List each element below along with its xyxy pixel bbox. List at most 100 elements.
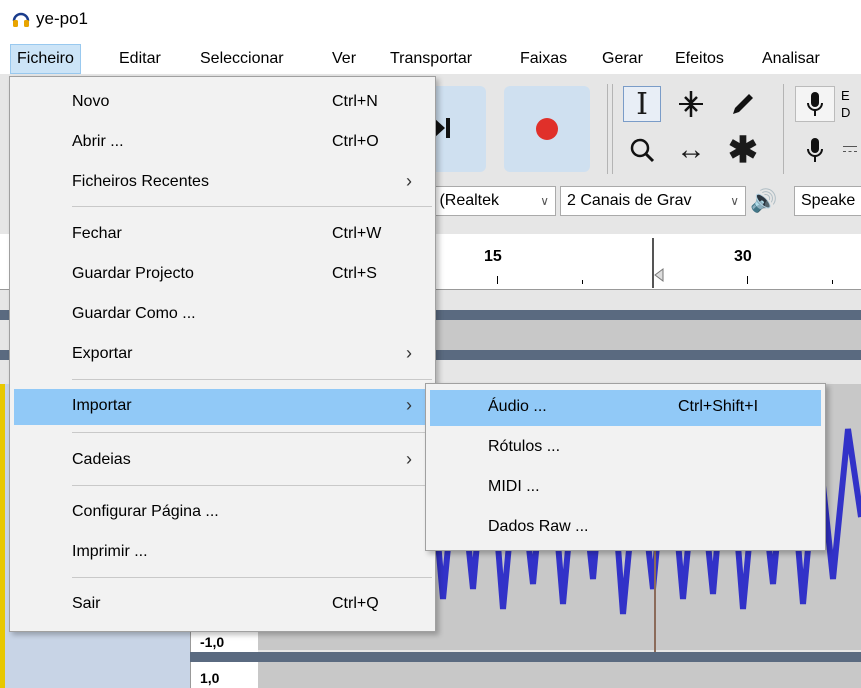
menu-item-guardar-como[interactable]: Guardar Como ... [14, 297, 431, 333]
input-device-value: y (Realtek [427, 192, 500, 209]
ruler-tick [832, 280, 833, 284]
menu-item-label: Fechar [72, 225, 122, 242]
menu-item-shortcut: Ctrl+Q [332, 595, 379, 612]
multi-tool[interactable]: ✱ [724, 129, 762, 170]
channels-select[interactable]: 2 Canais de Grav ∨ [560, 186, 746, 216]
menu-separator [72, 379, 432, 380]
submenu-item-label: MIDI ... [488, 478, 540, 495]
time-shift-tool[interactable]: ↔ [672, 132, 710, 168]
draw-tool-icon [733, 94, 753, 114]
menu-efeitos[interactable]: Efeitos [669, 44, 730, 74]
track-separator [190, 652, 861, 662]
submenu-item-midi[interactable]: MIDI ... [430, 470, 821, 506]
zoom-tool-icon [630, 138, 655, 163]
ruler-label-15: 15 [484, 248, 502, 265]
record-icon [536, 118, 558, 140]
submenu-item-audio[interactable]: Áudio ... Ctrl+Shift+I [430, 390, 821, 426]
menu-item-label: Sair [72, 595, 101, 612]
menu-item-cadeias[interactable]: Cadeias › [14, 443, 431, 479]
title-bar: ye-po1 [0, 0, 861, 44]
menu-ver[interactable]: Ver [326, 44, 362, 74]
submenu-item-label: Áudio ... [488, 398, 547, 415]
ruler-label-30: 30 [734, 248, 752, 265]
envelope-tool[interactable] [672, 86, 710, 122]
menu-item-shortcut: Ctrl+W [332, 225, 382, 242]
menu-item-label: Abrir ... [72, 133, 124, 150]
menu-item-label: Importar [72, 397, 132, 414]
menu-separator [72, 577, 432, 578]
microphone-icon [807, 92, 823, 116]
menu-item-imprimir[interactable]: Imprimir ... [14, 535, 431, 571]
toolbar-separator [607, 84, 608, 174]
output-device-value: Speake [801, 192, 856, 209]
ruler-tick [497, 276, 498, 284]
speaker-icon: 🔊 [750, 188, 778, 213]
menu-faixas[interactable]: Faixas [514, 44, 573, 74]
submenu-item-rotulos[interactable]: Rótulos ... [430, 430, 821, 466]
menu-item-ficheiros-recentes[interactable]: Ficheiros Recentes › [14, 165, 431, 201]
waveform-area-2[interactable] [258, 662, 861, 688]
selection-tool-icon: I [636, 86, 648, 122]
submenu-item-label: Dados Raw ... [488, 518, 589, 535]
chevron-right-icon: › [406, 171, 412, 191]
selection-tool[interactable]: I [623, 86, 661, 122]
menu-item-novo[interactable]: Novo Ctrl+N [14, 85, 431, 121]
chevron-right-icon: › [406, 449, 412, 469]
record-volume[interactable] [795, 132, 835, 168]
import-submenu: Áudio ... Ctrl+Shift+I Rótulos ... MIDI … [425, 383, 826, 551]
menu-bar: Ficheiro Editar Seleccionar Ver Transpor… [0, 44, 861, 74]
envelope-tool-icon [679, 91, 703, 117]
menu-item-exportar[interactable]: Exportar › [14, 337, 431, 373]
zoom-tool[interactable] [623, 132, 661, 168]
toolbar-separator [783, 84, 784, 174]
menu-item-label: Ficheiros Recentes [72, 173, 209, 190]
menu-ficheiro[interactable]: Ficheiro [10, 44, 81, 74]
submenu-item-shortcut: Ctrl+Shift+I [678, 398, 759, 415]
chevron-down-icon: ∨ [730, 194, 739, 208]
meter-letter-e: E [841, 88, 850, 103]
menu-item-label: Imprimir ... [72, 543, 148, 560]
scale-label-neg1: -1,0 [200, 634, 225, 650]
input-device-select[interactable]: y (Realtek ∨ [420, 186, 556, 216]
menu-item-sair[interactable]: Sair Ctrl+Q [14, 587, 431, 623]
menu-seleccionar[interactable]: Seleccionar [194, 44, 290, 74]
submenu-item-label: Rótulos ... [488, 438, 561, 455]
menu-item-importar[interactable]: Importar › [14, 389, 431, 425]
menu-item-guardar-projecto[interactable]: Guardar Projecto Ctrl+S [14, 257, 431, 293]
menu-editar[interactable]: Editar [113, 44, 167, 74]
channels-value: 2 Canais de Grav [567, 192, 692, 209]
ruler-tick [582, 280, 583, 284]
menu-item-label: Novo [72, 93, 110, 110]
submenu-item-dados-raw[interactable]: Dados Raw ... [430, 510, 821, 546]
menu-item-fechar[interactable]: Fechar Ctrl+W [14, 217, 431, 253]
file-menu: Novo Ctrl+N Abrir ... Ctrl+O Ficheiros R… [9, 76, 436, 632]
chevron-right-icon: › [406, 395, 412, 415]
multi-tool-icon: ✱ [727, 129, 759, 170]
chevron-right-icon: › [406, 343, 412, 363]
menu-separator [72, 206, 432, 207]
output-device-select[interactable]: Speake [794, 186, 861, 216]
ruler-tick [747, 276, 748, 284]
microphone-icon [807, 138, 823, 162]
menu-item-abrir[interactable]: Abrir ... Ctrl+O [14, 125, 431, 161]
menu-separator [72, 485, 432, 486]
menu-analisar[interactable]: Analisar [756, 44, 826, 74]
record-button[interactable] [504, 86, 590, 172]
menu-item-configurar-pagina[interactable]: Configurar Página ... [14, 495, 431, 531]
record-meter-button[interactable] [795, 86, 835, 122]
time-shift-tool-icon: ↔ [676, 133, 706, 166]
chevron-down-icon: ∨ [540, 194, 549, 208]
menu-item-label: Configurar Página ... [72, 503, 219, 520]
menu-item-label: Guardar Projecto [72, 265, 194, 282]
meter-letter-d: D [841, 105, 851, 120]
meter-scale [843, 146, 857, 152]
menu-item-shortcut: Ctrl+N [332, 93, 378, 110]
draw-tool[interactable] [724, 86, 762, 122]
scale-label-1: 1,0 [200, 670, 220, 686]
menu-item-label: Cadeias [72, 451, 131, 468]
menu-item-shortcut: Ctrl+O [332, 133, 379, 150]
menu-transportar[interactable]: Transportar [384, 44, 478, 74]
menu-gerar[interactable]: Gerar [596, 44, 649, 74]
play-head-triangle-icon [654, 268, 664, 282]
menu-item-label: Guardar Como ... [72, 305, 196, 322]
